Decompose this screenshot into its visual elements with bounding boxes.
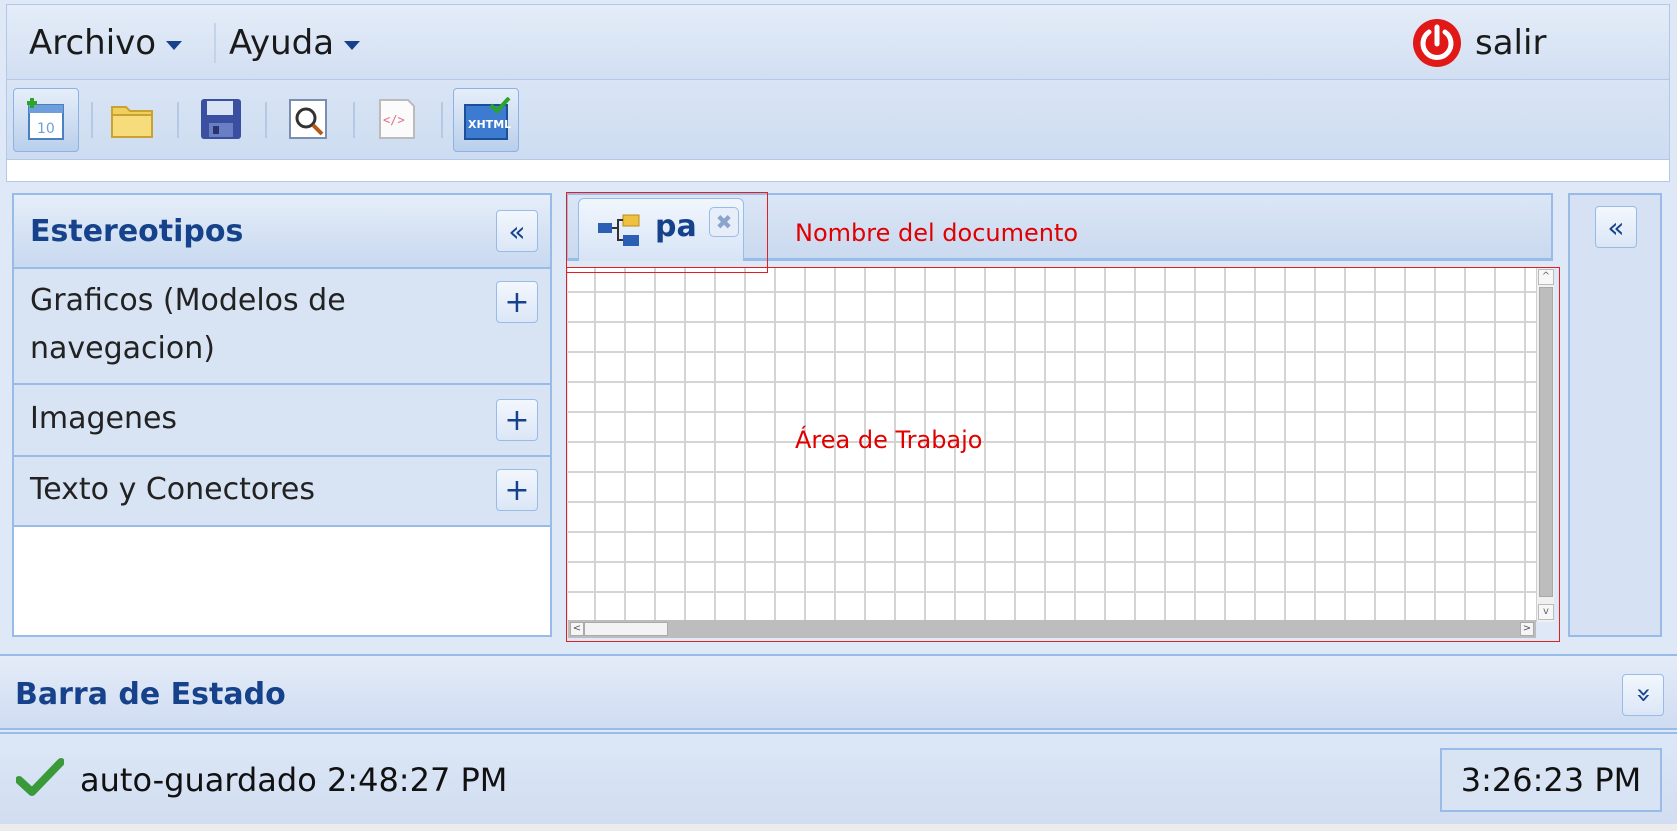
annotation-work-area: Área de Trabajo [795, 426, 983, 454]
right-collapsed-panel: « [1568, 193, 1662, 637]
chevron-down-icon [166, 40, 183, 50]
toolbar-separator [177, 102, 179, 138]
document-name-highlight [566, 192, 768, 273]
menu-ayuda-label: Ayuda [229, 23, 335, 63]
open-button[interactable] [101, 88, 165, 150]
html-code-icon: </> [379, 99, 415, 139]
html-code-button[interactable]: </> [365, 88, 429, 150]
autosave-status: auto-guardado 2:48:27 PM [80, 761, 508, 799]
open-folder-icon [111, 106, 153, 138]
svg-text:10: 10 [37, 121, 55, 137]
status-bar-header: Barra de Estado « [0, 654, 1677, 730]
svg-text:</>: </> [383, 113, 405, 127]
save-disk-icon [201, 99, 241, 139]
power-icon [1413, 19, 1461, 67]
menu-archivo-label: Archivo [29, 23, 157, 63]
preview-magnifier-icon [289, 99, 327, 139]
section-graficos-label-2: navegacion) [30, 331, 215, 366]
exit-button[interactable]: salir [1411, 5, 1546, 81]
work-area-highlight [566, 267, 1560, 642]
toolbar-separator [353, 102, 355, 138]
double-chevron-left-icon: « [508, 214, 526, 248]
plus-icon: + [504, 402, 530, 438]
section-graficos-label-1: Graficos (Modelos de [30, 283, 346, 318]
xhtml-button[interactable]: XHTML [453, 88, 519, 152]
toolbar-separator [265, 102, 267, 138]
check-icon [16, 758, 64, 796]
stereotypes-panel: Estereotipos « Graficos (Modelos de nave… [12, 193, 552, 637]
stereotypes-panel-title: Estereotipos [30, 213, 244, 249]
section-texto-conectores-label: Texto y Conectores [30, 472, 315, 507]
menu-ayuda[interactable]: Ayuda [229, 5, 361, 81]
collapse-status-button[interactable]: « [1622, 674, 1664, 716]
expand-right-button[interactable]: « [1595, 206, 1637, 248]
clock: 3:26:23 PM [1440, 748, 1662, 812]
menu-archivo[interactable]: Archivo [29, 5, 183, 81]
new-document-button[interactable]: 10 [13, 88, 79, 152]
status-bar-title: Barra de Estado [15, 676, 286, 712]
double-chevron-left-icon: « [1607, 210, 1625, 244]
menu-separator [214, 23, 216, 63]
section-texto-conectores[interactable]: Texto y Conectores + [14, 457, 550, 527]
preview-button[interactable] [277, 88, 341, 150]
toolbar-separator [441, 102, 443, 138]
double-chevron-down-icon: « [1627, 687, 1658, 703]
expand-texto-conectores-button[interactable]: + [496, 469, 538, 511]
stereotypes-panel-header: Estereotipos « [14, 195, 550, 269]
section-graficos[interactable]: Graficos (Modelos de navegacion) + [14, 269, 550, 385]
expand-imagenes-button[interactable]: + [496, 399, 538, 441]
save-button[interactable] [189, 88, 253, 150]
status-bar-body: auto-guardado 2:48:27 PM [0, 732, 1677, 824]
collapse-left-button[interactable]: « [496, 210, 538, 252]
toolbar-spacer [6, 160, 1670, 182]
exit-label: salir [1475, 23, 1547, 63]
menu-bar: Archivo Ayuda salir [6, 4, 1670, 80]
toolbar-separator [91, 102, 93, 138]
section-imagenes[interactable]: Imagenes + [14, 385, 550, 457]
bottom-strip [0, 824, 1677, 831]
expand-graficos-button[interactable]: + [496, 281, 538, 323]
plus-icon: + [504, 472, 530, 508]
chevron-down-icon [344, 40, 361, 50]
section-imagenes-label: Imagenes [30, 401, 178, 436]
xhtml-validate-icon: XHTML [464, 97, 511, 140]
svg-text:XHTML: XHTML [468, 118, 511, 131]
new-document-icon: 10 [27, 98, 64, 140]
plus-icon: + [504, 284, 530, 320]
toolbar: 10 </> XHTML [6, 80, 1670, 160]
annotation-document-name: Nombre del documento [795, 219, 1079, 247]
